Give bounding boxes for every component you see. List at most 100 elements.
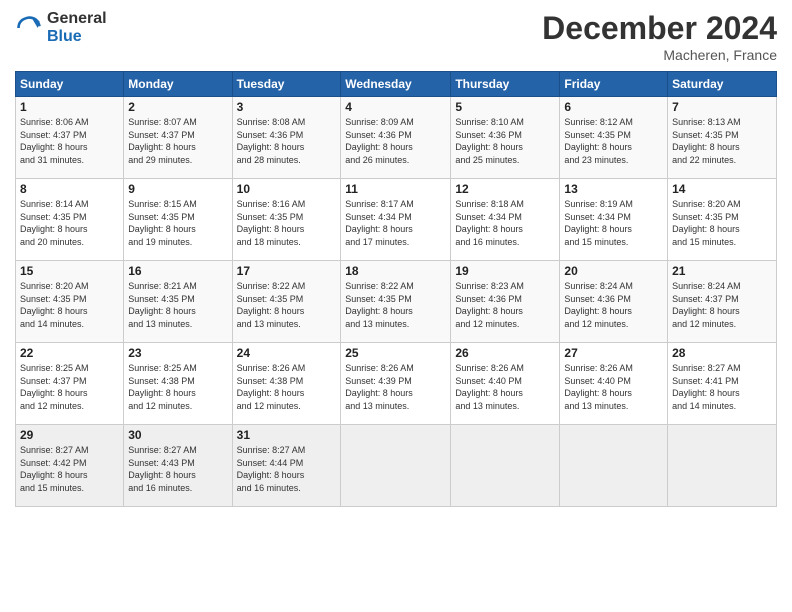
day-info: Sunrise: 8:20 AM Sunset: 4:35 PM Dayligh… [672, 198, 772, 248]
logo-text: General Blue [47, 10, 107, 45]
day-info: Sunrise: 8:27 AM Sunset: 4:42 PM Dayligh… [20, 444, 119, 494]
day-number: 29 [20, 428, 119, 442]
table-row: 8 Sunrise: 8:14 AM Sunset: 4:35 PM Dayli… [16, 179, 124, 261]
table-row: 17 Sunrise: 8:22 AM Sunset: 4:35 PM Dayl… [232, 261, 341, 343]
table-row: 25 Sunrise: 8:26 AM Sunset: 4:39 PM Dayl… [341, 343, 451, 425]
day-info: Sunrise: 8:10 AM Sunset: 4:36 PM Dayligh… [455, 116, 555, 166]
day-info: Sunrise: 8:27 AM Sunset: 4:41 PM Dayligh… [672, 362, 772, 412]
table-row: 21 Sunrise: 8:24 AM Sunset: 4:37 PM Dayl… [668, 261, 777, 343]
table-row: 29 Sunrise: 8:27 AM Sunset: 4:42 PM Dayl… [16, 425, 124, 507]
table-row [668, 425, 777, 507]
day-info: Sunrise: 8:13 AM Sunset: 4:35 PM Dayligh… [672, 116, 772, 166]
day-number: 23 [128, 346, 227, 360]
day-number: 17 [237, 264, 337, 278]
day-info: Sunrise: 8:25 AM Sunset: 4:38 PM Dayligh… [128, 362, 227, 412]
day-number: 21 [672, 264, 772, 278]
table-row: 10 Sunrise: 8:16 AM Sunset: 4:35 PM Dayl… [232, 179, 341, 261]
day-number: 24 [237, 346, 337, 360]
day-info: Sunrise: 8:20 AM Sunset: 4:35 PM Dayligh… [20, 280, 119, 330]
day-number: 13 [564, 182, 663, 196]
day-number: 7 [672, 100, 772, 114]
calendar-table: Sunday Monday Tuesday Wednesday Thursday… [15, 71, 777, 507]
calendar-week-row: 29 Sunrise: 8:27 AM Sunset: 4:42 PM Dayl… [16, 425, 777, 507]
table-row: 5 Sunrise: 8:10 AM Sunset: 4:36 PM Dayli… [451, 97, 560, 179]
day-number: 5 [455, 100, 555, 114]
day-info: Sunrise: 8:27 AM Sunset: 4:43 PM Dayligh… [128, 444, 227, 494]
day-number: 18 [345, 264, 446, 278]
title-block: December 2024 Macheren, France [542, 10, 777, 63]
table-row: 1 Sunrise: 8:06 AM Sunset: 4:37 PM Dayli… [16, 97, 124, 179]
day-number: 25 [345, 346, 446, 360]
day-info: Sunrise: 8:09 AM Sunset: 4:36 PM Dayligh… [345, 116, 446, 166]
table-row: 13 Sunrise: 8:19 AM Sunset: 4:34 PM Dayl… [560, 179, 668, 261]
col-thursday: Thursday [451, 72, 560, 97]
day-number: 30 [128, 428, 227, 442]
logo-general-text: General [47, 10, 107, 28]
table-row [341, 425, 451, 507]
logo: General Blue [15, 10, 107, 45]
logo-blue-text: Blue [47, 28, 107, 46]
day-info: Sunrise: 8:26 AM Sunset: 4:39 PM Dayligh… [345, 362, 446, 412]
day-number: 1 [20, 100, 119, 114]
table-row: 18 Sunrise: 8:22 AM Sunset: 4:35 PM Dayl… [341, 261, 451, 343]
day-number: 22 [20, 346, 119, 360]
table-row: 11 Sunrise: 8:17 AM Sunset: 4:34 PM Dayl… [341, 179, 451, 261]
col-sunday: Sunday [16, 72, 124, 97]
day-number: 11 [345, 182, 446, 196]
day-info: Sunrise: 8:26 AM Sunset: 4:40 PM Dayligh… [455, 362, 555, 412]
col-monday: Monday [124, 72, 232, 97]
day-info: Sunrise: 8:27 AM Sunset: 4:44 PM Dayligh… [237, 444, 337, 494]
calendar-week-row: 8 Sunrise: 8:14 AM Sunset: 4:35 PM Dayli… [16, 179, 777, 261]
day-number: 19 [455, 264, 555, 278]
header: General Blue December 2024 Macheren, Fra… [15, 10, 777, 63]
col-friday: Friday [560, 72, 668, 97]
day-info: Sunrise: 8:17 AM Sunset: 4:34 PM Dayligh… [345, 198, 446, 248]
table-row: 3 Sunrise: 8:08 AM Sunset: 4:36 PM Dayli… [232, 97, 341, 179]
table-row: 27 Sunrise: 8:26 AM Sunset: 4:40 PM Dayl… [560, 343, 668, 425]
location: Macheren, France [542, 47, 777, 63]
day-info: Sunrise: 8:24 AM Sunset: 4:36 PM Dayligh… [564, 280, 663, 330]
day-info: Sunrise: 8:14 AM Sunset: 4:35 PM Dayligh… [20, 198, 119, 248]
col-wednesday: Wednesday [341, 72, 451, 97]
table-row: 9 Sunrise: 8:15 AM Sunset: 4:35 PM Dayli… [124, 179, 232, 261]
day-number: 14 [672, 182, 772, 196]
table-row: 6 Sunrise: 8:12 AM Sunset: 4:35 PM Dayli… [560, 97, 668, 179]
day-number: 15 [20, 264, 119, 278]
table-row: 15 Sunrise: 8:20 AM Sunset: 4:35 PM Dayl… [16, 261, 124, 343]
day-info: Sunrise: 8:25 AM Sunset: 4:37 PM Dayligh… [20, 362, 119, 412]
table-row [560, 425, 668, 507]
day-number: 10 [237, 182, 337, 196]
table-row: 31 Sunrise: 8:27 AM Sunset: 4:44 PM Dayl… [232, 425, 341, 507]
calendar-week-row: 22 Sunrise: 8:25 AM Sunset: 4:37 PM Dayl… [16, 343, 777, 425]
day-number: 9 [128, 182, 227, 196]
calendar-week-row: 15 Sunrise: 8:20 AM Sunset: 4:35 PM Dayl… [16, 261, 777, 343]
table-row: 30 Sunrise: 8:27 AM Sunset: 4:43 PM Dayl… [124, 425, 232, 507]
table-row: 7 Sunrise: 8:13 AM Sunset: 4:35 PM Dayli… [668, 97, 777, 179]
col-tuesday: Tuesday [232, 72, 341, 97]
day-number: 3 [237, 100, 337, 114]
table-row: 20 Sunrise: 8:24 AM Sunset: 4:36 PM Dayl… [560, 261, 668, 343]
calendar-header-row: Sunday Monday Tuesday Wednesday Thursday… [16, 72, 777, 97]
day-info: Sunrise: 8:19 AM Sunset: 4:34 PM Dayligh… [564, 198, 663, 248]
day-number: 28 [672, 346, 772, 360]
table-row [451, 425, 560, 507]
col-saturday: Saturday [668, 72, 777, 97]
day-info: Sunrise: 8:26 AM Sunset: 4:40 PM Dayligh… [564, 362, 663, 412]
day-info: Sunrise: 8:18 AM Sunset: 4:34 PM Dayligh… [455, 198, 555, 248]
month-title: December 2024 [542, 10, 777, 47]
day-number: 26 [455, 346, 555, 360]
table-row: 22 Sunrise: 8:25 AM Sunset: 4:37 PM Dayl… [16, 343, 124, 425]
day-info: Sunrise: 8:22 AM Sunset: 4:35 PM Dayligh… [345, 280, 446, 330]
day-number: 2 [128, 100, 227, 114]
table-row: 4 Sunrise: 8:09 AM Sunset: 4:36 PM Dayli… [341, 97, 451, 179]
day-number: 20 [564, 264, 663, 278]
table-row: 19 Sunrise: 8:23 AM Sunset: 4:36 PM Dayl… [451, 261, 560, 343]
day-number: 16 [128, 264, 227, 278]
day-info: Sunrise: 8:07 AM Sunset: 4:37 PM Dayligh… [128, 116, 227, 166]
table-row: 2 Sunrise: 8:07 AM Sunset: 4:37 PM Dayli… [124, 97, 232, 179]
table-row: 14 Sunrise: 8:20 AM Sunset: 4:35 PM Dayl… [668, 179, 777, 261]
day-info: Sunrise: 8:22 AM Sunset: 4:35 PM Dayligh… [237, 280, 337, 330]
day-number: 4 [345, 100, 446, 114]
day-info: Sunrise: 8:15 AM Sunset: 4:35 PM Dayligh… [128, 198, 227, 248]
logo-icon [15, 14, 43, 42]
